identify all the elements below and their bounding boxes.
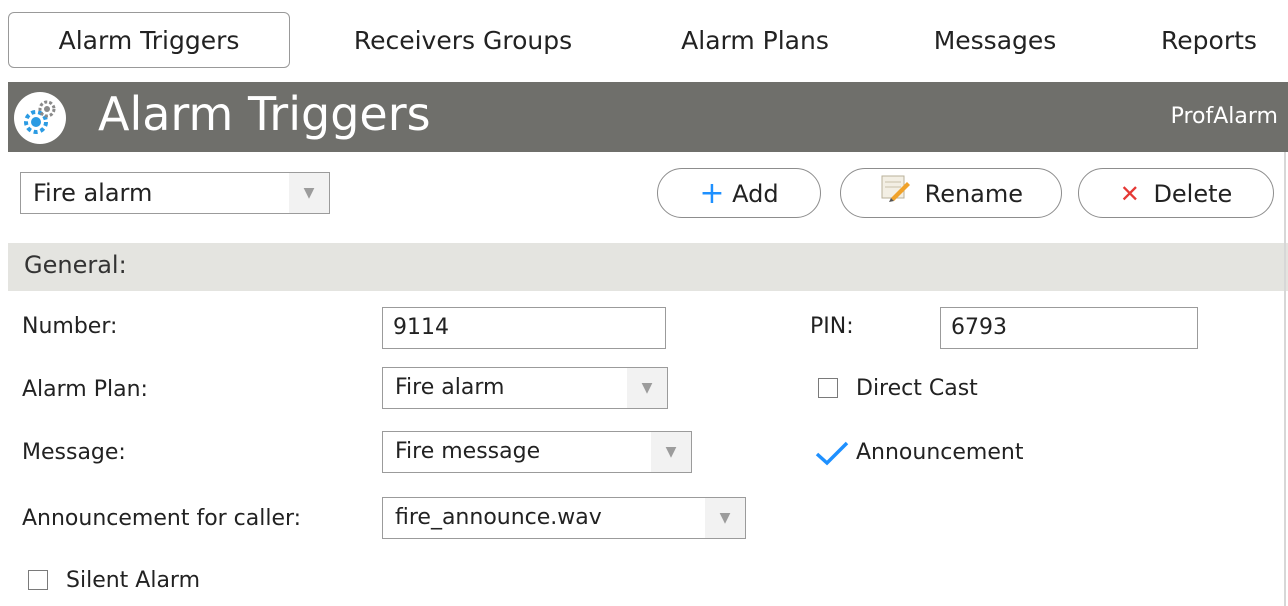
- alarm-plan-select[interactable]: Fire alarm ▼: [382, 367, 668, 409]
- brand-label: ProfAlarm: [1170, 104, 1278, 129]
- rename-button[interactable]: Rename: [840, 168, 1062, 218]
- silent-alarm-label: Silent Alarm: [66, 568, 201, 593]
- delete-button-label: Delete: [1153, 180, 1233, 208]
- pin-input[interactable]: 6793: [940, 307, 1198, 349]
- tab-messages[interactable]: Messages: [900, 12, 1090, 70]
- number-label: Number:: [22, 314, 118, 339]
- message-value: Fire message: [395, 439, 541, 464]
- tab-receivers-groups[interactable]: Receivers Groups: [318, 12, 608, 70]
- section-label: General:: [24, 251, 127, 279]
- tab-alarm-triggers[interactable]: Alarm Triggers: [8, 12, 290, 68]
- pin-label: PIN:: [810, 314, 854, 339]
- trigger-select[interactable]: Fire alarm ▼: [20, 172, 330, 214]
- gear-app-icon: [14, 92, 66, 144]
- tab-reports[interactable]: Reports: [1130, 12, 1288, 70]
- plus-icon: +: [699, 176, 725, 211]
- close-icon: ✕: [1119, 180, 1140, 208]
- section-header-general: General:: [8, 243, 1288, 291]
- chevron-down-icon: ▼: [651, 432, 691, 472]
- caller-announcement-value: fire_announce.wav: [395, 505, 602, 530]
- add-button[interactable]: + Add: [657, 168, 821, 218]
- add-button-label: Add: [732, 180, 779, 208]
- caller-announcement-label: Announcement for caller:: [22, 506, 302, 531]
- number-input[interactable]: 9114: [382, 307, 666, 349]
- trigger-select-value: Fire alarm: [33, 179, 153, 207]
- checkmark-icon: [815, 441, 849, 466]
- announcement-checkbox[interactable]: [814, 440, 850, 470]
- pencil-icon: [879, 170, 911, 218]
- delete-button[interactable]: ✕ Delete: [1078, 168, 1274, 218]
- silent-alarm-checkbox[interactable]: [28, 570, 48, 590]
- chevron-down-icon: ▼: [289, 173, 329, 213]
- announcement-label: Announcement: [856, 440, 1024, 465]
- alarm-plan-value: Fire alarm: [395, 375, 505, 400]
- chevron-down-icon: ▼: [705, 498, 745, 538]
- direct-cast-label: Direct Cast: [856, 376, 978, 401]
- title-bar: Alarm Triggers ProfAlarm: [8, 82, 1288, 152]
- panel-border: [1284, 152, 1286, 606]
- tab-alarm-plans[interactable]: Alarm Plans: [650, 12, 860, 70]
- rename-button-label: Rename: [924, 180, 1024, 208]
- message-select[interactable]: Fire message ▼: [382, 431, 692, 473]
- message-label: Message:: [22, 440, 126, 465]
- alarm-plan-label: Alarm Plan:: [22, 377, 148, 402]
- direct-cast-checkbox[interactable]: [818, 378, 838, 398]
- chevron-down-icon: ▼: [627, 368, 667, 408]
- page-title: Alarm Triggers: [98, 87, 431, 141]
- caller-announcement-select[interactable]: fire_announce.wav ▼: [382, 497, 746, 539]
